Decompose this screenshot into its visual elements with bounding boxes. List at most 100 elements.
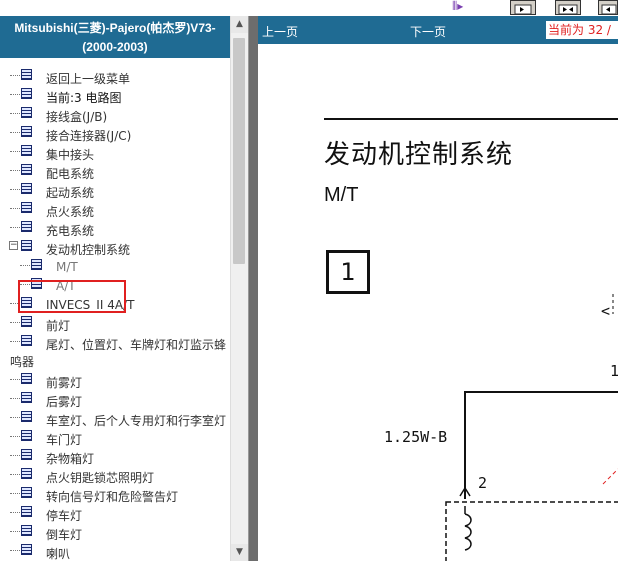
page-icon (21, 221, 32, 232)
tree-item-engine-control[interactable]: − 发动机控制系统 (0, 239, 230, 258)
tree-item-room-lamp[interactable]: 车室灯、后个人专用灯和行李室灯 (0, 410, 230, 429)
tree-connector (10, 322, 20, 323)
prev-page-link[interactable]: 上一页 (262, 23, 298, 40)
tree-connector (10, 531, 20, 532)
page-icon (21, 411, 32, 422)
toolbar: ⦀▸ (0, 0, 618, 16)
tree-item-back[interactable]: 返回上一级菜单 (0, 68, 230, 87)
tree-connector (10, 75, 20, 76)
page-icon (21, 525, 32, 536)
tree-item-label: 接线盒(J/B) (46, 110, 108, 124)
toolbar-marker-icon: ⦀▸ (452, 0, 464, 13)
tree-item-jc[interactable]: 接合连接器(J/C) (0, 125, 230, 144)
tree-item-stop-lamp[interactable]: 停车灯 (0, 505, 230, 524)
scroll-up-icon[interactable]: ▲ (231, 16, 248, 33)
tree-item-label: 喇叭 (46, 547, 71, 561)
tree-item-junction[interactable]: 集中接头 (0, 144, 230, 163)
tree-item-starting[interactable]: 起动系统 (0, 182, 230, 201)
sidebar-scrollbar[interactable]: ▲ ▼ (230, 16, 248, 561)
scroll-down-icon[interactable]: ▼ (231, 544, 248, 561)
page-icon (21, 392, 32, 403)
tree-item-label: 起动系统 (46, 186, 95, 200)
tree-item-label: 前雾灯 (46, 376, 83, 390)
red-guide-line (602, 468, 618, 485)
prev-page-icon[interactable] (510, 0, 536, 15)
page-icon (21, 487, 32, 498)
tree-item-jb[interactable]: 接线盒(J/B) (0, 106, 230, 125)
tree-item-label: 转向信号灯和危险警告灯 (46, 490, 179, 504)
menu-tree: 返回上一级菜单 当前:3 电路图 接线盒(J/B) 接合连接器(J/C) 集中接… (0, 68, 230, 562)
tree-item-label: 车室灯、后个人专用灯和行李室灯 (46, 414, 227, 428)
page-icon (21, 335, 32, 346)
tree-item-glovebox-lamp[interactable]: 杂物箱灯 (0, 448, 230, 467)
page-icon (21, 468, 32, 479)
tree-item-label: 尾灯、位置灯、车牌灯和灯监示蜂 (46, 338, 227, 352)
tree-item-rear-fog[interactable]: 后雾灯 (0, 391, 230, 410)
tree-item-label: 杂物箱灯 (46, 452, 95, 466)
tree-item-label: 返回上一级菜单 (46, 72, 131, 86)
last-page-icon[interactable] (598, 0, 618, 15)
tree-item-label: 发动机控制系统 (46, 243, 131, 257)
tree-item-label: M/T (56, 260, 78, 274)
tree-connector (10, 132, 20, 133)
tree-connector (10, 170, 20, 171)
tree-connector (10, 227, 20, 228)
page-icon (21, 373, 32, 384)
page-icon (21, 316, 32, 327)
tree-connector (10, 94, 20, 95)
tree-connector (10, 436, 20, 437)
tree-item-backup-lamp[interactable]: 倒车灯 (0, 524, 230, 543)
open-folder-icon (21, 240, 32, 251)
tree-connector (10, 417, 20, 418)
tree-item-tail-lamp[interactable]: 尾灯、位置灯、车牌灯和灯监示蜂 (0, 334, 230, 353)
tree-connector (20, 265, 30, 266)
wiring-diagram (445, 294, 618, 561)
viewer-nav-bar: 上一页 下一页 当前为 32 / (258, 16, 618, 44)
page-icon (21, 107, 32, 118)
page-icon (31, 259, 42, 270)
tree-item-turn-signal[interactable]: 转向信号灯和危险警告灯 (0, 486, 230, 505)
tree-item-label: 后雾灯 (46, 395, 83, 409)
page-icon (21, 506, 32, 517)
tree-item-current[interactable]: 当前:3 电路图 (0, 87, 230, 106)
tree-item-tail-lamp-wrap[interactable]: 鸣器 (0, 353, 230, 372)
tree-item-label: 接合连接器(J/C) (46, 129, 132, 143)
tree-item-door-lamp[interactable]: 车门灯 (0, 429, 230, 448)
tree-item-charging[interactable]: 充电系统 (0, 220, 230, 239)
tree-item-ignition[interactable]: 点火系统 (0, 201, 230, 220)
coil-icon (464, 513, 472, 551)
wire-path (464, 391, 618, 499)
tree-connector (10, 474, 20, 475)
vehicle-title-line2: (2000-2003) (82, 40, 148, 54)
page-icon (21, 430, 32, 441)
next-page-icon[interactable] (555, 0, 581, 15)
tree-item-label: 车门灯 (46, 433, 83, 447)
page-icon (21, 164, 32, 175)
tree-item-power[interactable]: 配电系统 (0, 163, 230, 182)
tree-item-label: 点火系统 (46, 205, 95, 219)
tree-connector (10, 550, 20, 551)
tree-connector (10, 379, 20, 380)
page-icon (21, 88, 32, 99)
tree-item-horn[interactable]: 喇叭 (0, 543, 230, 562)
scroll-thumb[interactable] (233, 38, 245, 264)
tree-item-key-cylinder-lamp[interactable]: 点火钥匙锁芯照明灯 (0, 467, 230, 486)
navigation-panel: Mitsubishi(三菱)-Pajero(帕杰罗)V73- (2000-200… (0, 16, 249, 561)
tree-item-label: 充电系统 (46, 224, 95, 238)
tree-item-mt[interactable]: M/T (0, 258, 230, 277)
next-page-link[interactable]: 下一页 (410, 23, 446, 40)
selection-highlight (18, 280, 126, 313)
tree-connector (10, 189, 20, 190)
panel-splitter[interactable] (249, 16, 258, 561)
page-indicator: 当前为 32 / (546, 21, 618, 39)
tree-connector (10, 512, 20, 513)
tree-connector (10, 151, 20, 152)
tree-item-front-fog[interactable]: 前雾灯 (0, 372, 230, 391)
tree-item-label: 配电系统 (46, 167, 95, 181)
tree-connector (10, 341, 20, 342)
tree-item-headlamp[interactable]: 前灯 (0, 315, 230, 334)
tree-item-label: 倒车灯 (46, 528, 83, 542)
collapse-icon[interactable]: − (9, 241, 18, 250)
tree-item-label: 停车灯 (46, 509, 83, 523)
page-icon (21, 449, 32, 460)
